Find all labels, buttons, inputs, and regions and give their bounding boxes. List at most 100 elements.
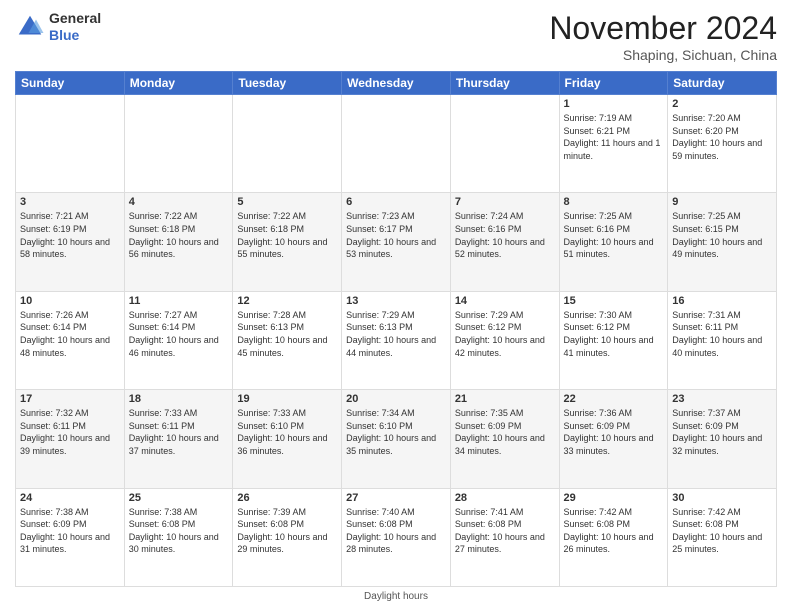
calendar-cell: 30Sunrise: 7:42 AM Sunset: 6:08 PM Dayli… [668,488,777,586]
footer-text: Daylight hours [364,591,428,602]
day-number: 20 [346,393,446,405]
day-info: Sunrise: 7:42 AM Sunset: 6:08 PM Dayligh… [564,506,664,556]
calendar-cell [233,95,342,193]
logo-text: General Blue [49,10,101,44]
day-info: Sunrise: 7:38 AM Sunset: 6:09 PM Dayligh… [20,506,120,556]
day-number: 8 [564,196,664,208]
day-info: Sunrise: 7:31 AM Sunset: 6:11 PM Dayligh… [672,309,772,359]
calendar-week-row: 10 Sunrise: 7:26 AM Sunset: 6:14 PM Dayli… [16,291,777,389]
day-number: 25 [129,492,229,504]
calendar-cell: 5Sunrise: 7:22 AM Sunset: 6:18 PM Daylig… [233,193,342,291]
logo-blue: Blue [49,27,101,44]
calendar-week-row: 17 Sunrise: 7:32 AM Sunset: 6:11 PM Dayli… [16,390,777,488]
day-number: 9 [672,196,772,208]
calendar-table: SundayMondayTuesdayWednesdayThursdayFrid… [15,71,777,587]
location: Shaping, Sichuan, China [549,47,777,63]
calendar-cell [342,95,451,193]
calendar-cell: 4Sunrise: 7:22 AM Sunset: 6:18 PM Daylig… [124,193,233,291]
day-info: Sunrise: 7:32 AM Sunset: 6:11 PM Dayligh… [20,407,120,457]
day-number: 17 [20,393,120,405]
day-number: 22 [564,393,664,405]
day-info: Sunrise: 7:22 AM Sunset: 6:18 PM Dayligh… [237,210,337,260]
logo-general: General [49,10,101,27]
day-number: 11 [129,295,229,307]
day-info: Sunrise: 7:38 AM Sunset: 6:08 PM Dayligh… [129,506,229,556]
calendar-cell: 3 Sunrise: 7:21 AM Sunset: 6:19 PM Daylig… [16,193,125,291]
calendar-day-header: Wednesday [342,72,451,95]
day-number: 6 [346,196,446,208]
day-info: Sunrise: 7:19 AM Sunset: 6:21 PM Dayligh… [564,112,664,162]
calendar-cell: 29 Sunrise: 7:42 AM Sunset: 6:08 PM Dayli… [559,488,668,586]
logo-icon [15,12,45,42]
calendar-cell: 8Sunrise: 7:25 AM Sunset: 6:16 PM Daylig… [559,193,668,291]
calendar-cell: 2 Sunrise: 7:20 AM Sunset: 6:20 PM Daylig… [668,95,777,193]
calendar-cell [450,95,559,193]
day-number: 29 [564,492,664,504]
day-info: Sunrise: 7:34 AM Sunset: 6:10 PM Dayligh… [346,407,446,457]
calendar-cell: 10 Sunrise: 7:26 AM Sunset: 6:14 PM Dayli… [16,291,125,389]
day-info: Sunrise: 7:25 AM Sunset: 6:15 PM Dayligh… [672,210,772,260]
day-info: Sunrise: 7:20 AM Sunset: 6:20 PM Dayligh… [672,112,772,162]
calendar-cell: 1 Sunrise: 7:19 AM Sunset: 6:21 PM Daylig… [559,95,668,193]
day-info: Sunrise: 7:36 AM Sunset: 6:09 PM Dayligh… [564,407,664,457]
day-number: 3 [20,196,120,208]
page: General Blue November 2024 Shaping, Sich… [0,0,792,612]
day-info: Sunrise: 7:42 AM Sunset: 6:08 PM Dayligh… [672,506,772,556]
day-info: Sunrise: 7:30 AM Sunset: 6:12 PM Dayligh… [564,309,664,359]
day-info: Sunrise: 7:24 AM Sunset: 6:16 PM Dayligh… [455,210,555,260]
calendar-day-header: Sunday [16,72,125,95]
header: General Blue November 2024 Shaping, Sich… [15,10,777,63]
calendar-cell: 17 Sunrise: 7:32 AM Sunset: 6:11 PM Dayli… [16,390,125,488]
day-number: 28 [455,492,555,504]
day-info: Sunrise: 7:27 AM Sunset: 6:14 PM Dayligh… [129,309,229,359]
day-number: 18 [129,393,229,405]
day-info: Sunrise: 7:29 AM Sunset: 6:12 PM Dayligh… [455,309,555,359]
calendar-cell: 9 Sunrise: 7:25 AM Sunset: 6:15 PM Daylig… [668,193,777,291]
calendar-cell: 24 Sunrise: 7:38 AM Sunset: 6:09 PM Dayli… [16,488,125,586]
day-info: Sunrise: 7:28 AM Sunset: 6:13 PM Dayligh… [237,309,337,359]
day-number: 10 [20,295,120,307]
calendar-header-row: SundayMondayTuesdayWednesdayThursdayFrid… [16,72,777,95]
day-number: 21 [455,393,555,405]
day-info: Sunrise: 7:23 AM Sunset: 6:17 PM Dayligh… [346,210,446,260]
calendar-day-header: Monday [124,72,233,95]
calendar-cell: 6 Sunrise: 7:23 AM Sunset: 6:17 PM Daylig… [342,193,451,291]
day-number: 14 [455,295,555,307]
day-number: 12 [237,295,337,307]
day-number: 24 [20,492,120,504]
day-info: Sunrise: 7:21 AM Sunset: 6:19 PM Dayligh… [20,210,120,260]
calendar-cell: 18 Sunrise: 7:33 AM Sunset: 6:11 PM Dayli… [124,390,233,488]
calendar-cell [16,95,125,193]
calendar-cell: 26 Sunrise: 7:39 AM Sunset: 6:08 PM Dayli… [233,488,342,586]
day-number: 4 [129,196,229,208]
calendar-cell: 15Sunrise: 7:30 AM Sunset: 6:12 PM Dayli… [559,291,668,389]
calendar-day-header: Tuesday [233,72,342,95]
day-number: 19 [237,393,337,405]
day-number: 1 [564,98,664,110]
day-number: 13 [346,295,446,307]
calendar-cell: 20 Sunrise: 7:34 AM Sunset: 6:10 PM Dayli… [342,390,451,488]
day-info: Sunrise: 7:41 AM Sunset: 6:08 PM Dayligh… [455,506,555,556]
month-title: November 2024 [549,10,777,47]
day-info: Sunrise: 7:33 AM Sunset: 6:10 PM Dayligh… [237,407,337,457]
day-info: Sunrise: 7:26 AM Sunset: 6:14 PM Dayligh… [20,309,120,359]
calendar-cell: 28 Sunrise: 7:41 AM Sunset: 6:08 PM Dayli… [450,488,559,586]
calendar-cell: 13Sunrise: 7:29 AM Sunset: 6:13 PM Dayli… [342,291,451,389]
calendar-day-header: Friday [559,72,668,95]
day-number: 26 [237,492,337,504]
calendar-cell: 27Sunrise: 7:40 AM Sunset: 6:08 PM Dayli… [342,488,451,586]
calendar-cell: 23 Sunrise: 7:37 AM Sunset: 6:09 PM Dayli… [668,390,777,488]
calendar-week-row: 24 Sunrise: 7:38 AM Sunset: 6:09 PM Dayli… [16,488,777,586]
day-info: Sunrise: 7:39 AM Sunset: 6:08 PM Dayligh… [237,506,337,556]
day-info: Sunrise: 7:37 AM Sunset: 6:09 PM Dayligh… [672,407,772,457]
day-number: 2 [672,98,772,110]
title-block: November 2024 Shaping, Sichuan, China [549,10,777,63]
logo: General Blue [15,10,101,44]
day-info: Sunrise: 7:33 AM Sunset: 6:11 PM Dayligh… [129,407,229,457]
day-number: 16 [672,295,772,307]
calendar-cell: 22 Sunrise: 7:36 AM Sunset: 6:09 PM Dayli… [559,390,668,488]
calendar-day-header: Saturday [668,72,777,95]
calendar-week-row: 3 Sunrise: 7:21 AM Sunset: 6:19 PM Daylig… [16,193,777,291]
day-number: 23 [672,393,772,405]
day-info: Sunrise: 7:40 AM Sunset: 6:08 PM Dayligh… [346,506,446,556]
